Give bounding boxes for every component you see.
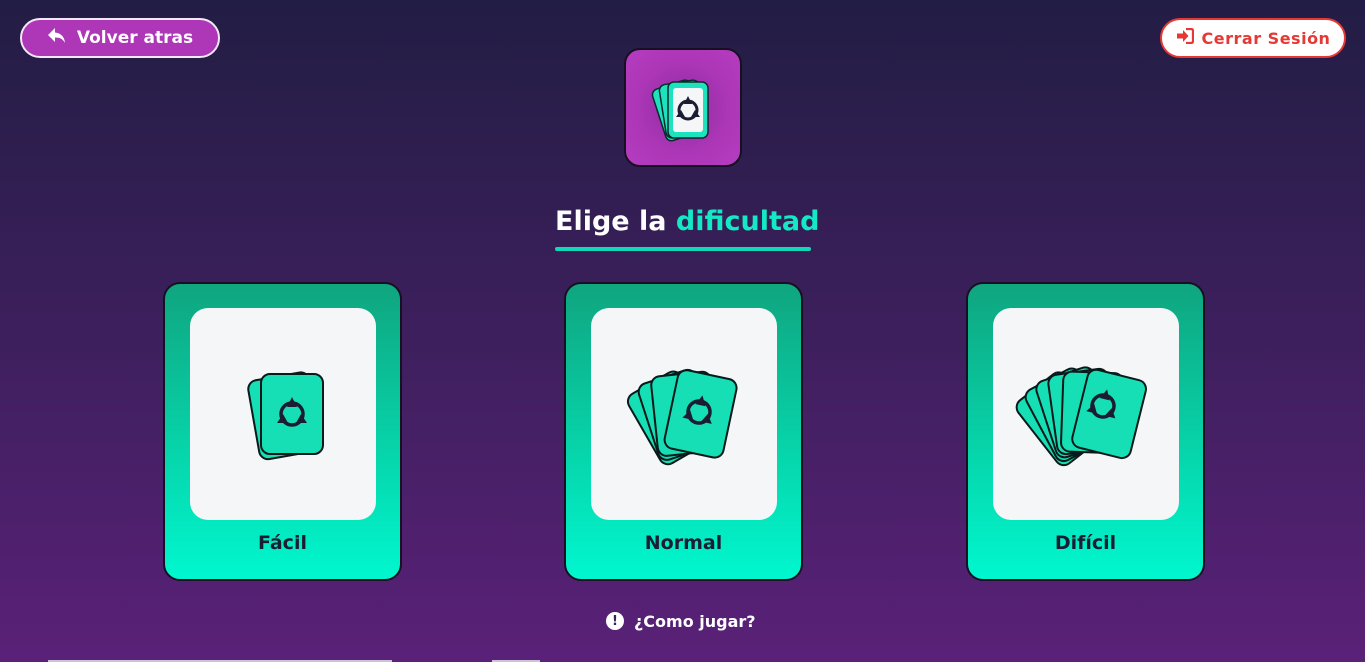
logout-button[interactable]: Cerrar Sesión — [1160, 18, 1346, 58]
difficulty-card-easy[interactable]: Fácil — [163, 282, 402, 581]
difficulty-label: Difícil — [1054, 532, 1117, 554]
difficulty-card-normal[interactable]: Normal — [564, 282, 803, 581]
card-illustration — [591, 308, 777, 520]
card-illustration — [993, 308, 1179, 520]
back-button[interactable]: Volver atras — [20, 18, 220, 58]
card-illustration — [190, 308, 376, 520]
how-to-play-label: ¿Como jugar? — [634, 611, 756, 631]
reply-arrow-icon — [47, 27, 67, 50]
six-cards-icon — [1015, 366, 1147, 467]
exclamation-circle-icon: ! — [606, 612, 624, 630]
difficulty-card-hard[interactable]: Difícil — [966, 282, 1205, 581]
title-underline — [555, 247, 811, 251]
title-part-1: Elige la — [555, 206, 667, 237]
app-logo — [624, 48, 742, 167]
difficulty-label: Fácil — [258, 532, 307, 554]
cards-logo-icon — [651, 78, 709, 141]
two-cards-icon — [247, 371, 324, 461]
logout-button-label: Cerrar Sesión — [1201, 28, 1331, 48]
how-to-play-link[interactable]: ! ¿Como jugar? — [606, 609, 756, 633]
sign-out-icon — [1176, 27, 1194, 48]
page-title: Elige la dificultad — [555, 206, 819, 252]
title-part-2: dificultad — [675, 206, 820, 237]
difficulty-label: Normal — [644, 532, 723, 554]
four-cards-icon — [626, 368, 738, 466]
back-button-label: Volver atras — [76, 28, 194, 48]
